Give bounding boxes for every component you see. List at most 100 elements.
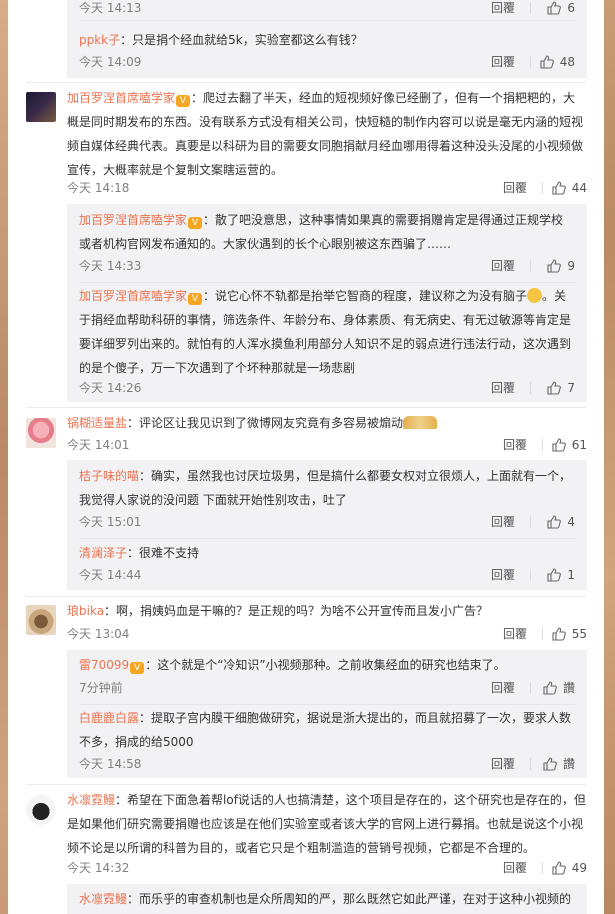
reply-button[interactable]: 回覆: [491, 565, 515, 585]
vip-badge-icon: V: [188, 217, 203, 229]
reply-time: 7分钟前: [79, 681, 123, 695]
reply-user-link[interactable]: 雷70099: [79, 658, 129, 672]
thumbs-up-icon: [543, 681, 557, 695]
divider: [26, 596, 586, 597]
reply-button[interactable]: 回覆: [491, 512, 515, 532]
reply-user-link[interactable]: 桔子味的喵: [79, 469, 139, 483]
reply-meta: 今天 15:01 回覆 4: [79, 512, 575, 532]
divider: [542, 862, 543, 874]
thumbs-up-icon: [552, 627, 566, 641]
avatar[interactable]: [26, 92, 56, 122]
reply-text: 加百罗涅首席嗑学家 V ：说它心怀不轨都是抬举它智商的程度，建议称之为没有脑子 。关于…: [79, 288, 572, 375]
divider: [79, 20, 575, 21]
comment-text: 加百罗涅首席嗑学家 V ：爬过去翻了半天，经血的短视频好像已经删了，但有一个捐粑粑的…: [67, 91, 584, 177]
reply-button[interactable]: 回覆: [491, 678, 515, 698]
reply-meta: 7分钟前 回覆 讚: [79, 678, 575, 698]
like-count: 1: [567, 568, 575, 582]
reply-button[interactable]: 回覆: [491, 0, 515, 18]
comment-time: 今天 13:04: [67, 627, 130, 641]
comment-user-link[interactable]: 加百罗涅首席嗑学家: [67, 91, 175, 105]
reply-button[interactable]: 回覆: [491, 52, 515, 72]
comment-user-link[interactable]: 水凛霓鳗: [67, 793, 115, 807]
like-button[interactable]: 4: [547, 512, 575, 532]
like-button[interactable]: 1: [547, 565, 575, 585]
comment-user-link[interactable]: 锅糊适量盐: [67, 416, 127, 430]
like-button[interactable]: 49: [552, 858, 587, 878]
reply-meta: 今天 14:58 回覆 讚: [79, 754, 575, 774]
like-count: 48: [559, 55, 575, 69]
like-button[interactable]: 9: [547, 256, 575, 276]
thumbs-up-icon: [547, 381, 562, 395]
comment-text: 锅糊适量盐：评论区让我见识到了微博网友究竟有多容易被煽动: [67, 411, 587, 435]
thumbs-up-icon: [552, 181, 566, 195]
comment-meta: 今天 14:18 回覆 44: [67, 178, 587, 198]
divider: [530, 56, 531, 68]
divider: [79, 282, 575, 283]
avatar[interactable]: [26, 605, 56, 635]
avatar[interactable]: [26, 795, 56, 825]
divider: [530, 569, 531, 581]
divider: [26, 784, 586, 785]
emoji-icon: [403, 416, 438, 429]
comment-user-link[interactable]: 琅bika: [67, 604, 104, 618]
reply-meta: 今天 14:13 回覆 6: [79, 0, 575, 18]
divider: [26, 407, 586, 408]
like-button[interactable]: 讚: [543, 754, 575, 774]
divider: [542, 439, 543, 451]
comment-text: 琅bika：啊，捐姨妈血是干嘛的？是正规的吗？为啥不公开宣传而且发小广告？: [67, 604, 489, 618]
reply-button[interactable]: 回覆: [503, 858, 527, 878]
like-count: 44: [571, 181, 587, 195]
like-button[interactable]: 48: [540, 52, 575, 72]
comment-text: 水凛霓鳗：希望在下面急着帮lof说话的人也搞清楚，这个项目是存在的，这个研究也是…: [67, 793, 586, 855]
like-button[interactable]: 6: [547, 0, 575, 18]
divider: [79, 538, 575, 539]
reply-text: ppkk子：只是捐个经血就给5k，实验室都这么有钱？: [79, 33, 363, 47]
divider: [542, 182, 543, 194]
divider: [26, 82, 586, 83]
emoji-icon: [527, 288, 543, 303]
thumbs-up-icon: [543, 757, 557, 771]
divider: [530, 382, 531, 394]
reply-time: 今天 14:33: [79, 259, 142, 273]
reply-user-link[interactable]: 加百罗涅首席嗑学家: [79, 289, 187, 303]
reply-button[interactable]: 回覆: [503, 624, 527, 644]
divider: [530, 260, 531, 272]
like-count: 7: [567, 381, 575, 395]
thumbs-up-icon: [547, 1, 562, 15]
reply-time: 今天 14:58: [79, 757, 142, 771]
thumbs-up-icon: [547, 568, 562, 582]
reply-time: 今天 14:44: [79, 568, 142, 582]
like-button[interactable]: 7: [547, 378, 575, 398]
divider: [542, 628, 543, 640]
like-button[interactable]: 55: [552, 624, 587, 644]
reply-time: 今天 15:01: [79, 515, 142, 529]
like-count: 6: [567, 1, 575, 15]
reply-user-link[interactable]: ppkk子: [79, 33, 120, 47]
divider: [530, 2, 531, 14]
reply-button[interactable]: 回覆: [491, 378, 515, 398]
reply-user-link[interactable]: 加百罗涅首席嗑学家: [79, 213, 187, 227]
comments-panel: 今天 14:13 回覆 6 ppkk子：只是捐个经血就给5k，实验室都这么有钱？…: [8, 0, 604, 914]
reply-button[interactable]: 回覆: [503, 178, 527, 198]
comment-time: 今天 14:01: [67, 438, 130, 452]
reply-user-link[interactable]: 水凛霓鳗: [79, 892, 127, 906]
reply-text: 清澜泽子：很难不支持: [79, 546, 200, 560]
reply-button[interactable]: 回覆: [491, 256, 515, 276]
like-button[interactable]: 44: [552, 178, 587, 198]
like-label: 讚: [562, 681, 575, 695]
reply-meta: 今天 14:09 回覆 48: [79, 52, 575, 72]
like-label: 讚: [562, 757, 575, 771]
avatar[interactable]: [26, 418, 56, 448]
reply-user-link[interactable]: 白鹿鹿白露: [79, 711, 139, 725]
reply-button[interactable]: 回覆: [491, 754, 515, 774]
like-button[interactable]: 61: [552, 435, 587, 455]
sub-reply-list: 今天 14:13 回覆 6 ppkk子：只是捐个经血就给5k，实验室都这么有钱？…: [67, 0, 587, 78]
like-count: 4: [567, 515, 575, 529]
reply-button[interactable]: 回覆: [503, 435, 527, 455]
reply-user-link[interactable]: 清澜泽子: [79, 546, 127, 560]
vip-badge-icon: V: [130, 662, 145, 674]
thumbs-up-icon: [552, 438, 566, 452]
vip-badge-icon: V: [188, 293, 203, 305]
reply-time: 今天 14:13: [79, 1, 142, 15]
like-button[interactable]: 讚: [543, 678, 575, 698]
